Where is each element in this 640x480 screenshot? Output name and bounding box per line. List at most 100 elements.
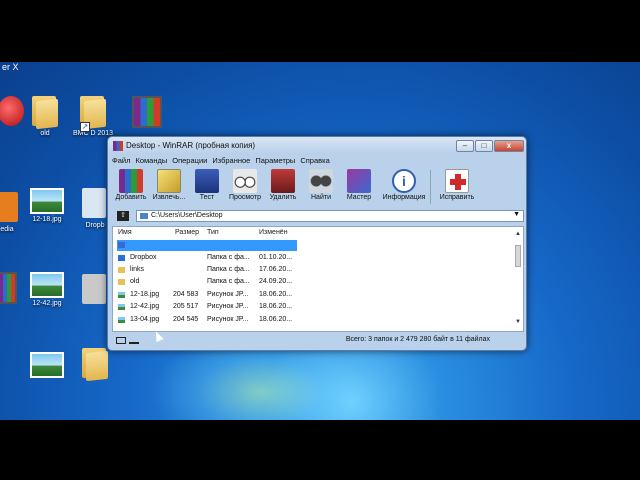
- vertical-scrollbar[interactable]: ▲ ▼: [514, 231, 522, 327]
- menu-help[interactable]: Справка: [300, 156, 329, 167]
- info-button[interactable]: i Информация: [378, 168, 430, 206]
- file-row[interactable]: 13-04.jpg 204 545 Рисунок JP... 18.06.20…: [113, 315, 513, 326]
- file-row-parent[interactable]: [113, 240, 513, 251]
- disk-icon[interactable]: [116, 337, 126, 344]
- find-icon: [309, 169, 333, 193]
- folder-icon: [80, 346, 110, 382]
- extract-icon: [157, 169, 181, 193]
- title-bar[interactable]: Desktop - WinRAR (пробная копия) – □ x: [108, 137, 526, 155]
- drive-icon: [80, 272, 110, 306]
- wizard-button[interactable]: Мастер: [340, 168, 378, 206]
- menu-bar: Файл Команды Операции Избранное Параметр…: [112, 156, 330, 167]
- close-button[interactable]: x: [494, 140, 524, 152]
- desktop-icon-folder-3[interactable]: [68, 346, 122, 382]
- delete-icon: [271, 169, 295, 193]
- file-size: 204 545: [173, 316, 199, 323]
- menu-file[interactable]: Файл: [112, 156, 130, 167]
- chevron-down-icon[interactable]: ▼: [513, 211, 520, 218]
- file-row[interactable]: links Папка с фа... 17.06.20...: [113, 265, 513, 276]
- file-row[interactable]: 12-42.jpg 205 517 Рисунок JP... 18.06.20…: [113, 302, 513, 313]
- file-row[interactable]: Dropbox Папка с фа... 01.10.20...: [113, 253, 513, 264]
- image-thumbnail-icon: [30, 352, 64, 378]
- file-type: Рисунок JP...: [207, 291, 249, 298]
- menu-operations[interactable]: Операции: [172, 156, 207, 167]
- scroll-thumb[interactable]: [515, 245, 521, 267]
- column-modified[interactable]: Изменён: [259, 229, 288, 236]
- repair-button[interactable]: Исправить: [435, 168, 479, 206]
- desktop-icon-winrar[interactable]: [120, 96, 174, 130]
- path-bar: ⇧ C:\Users\User\Desktop ▼: [112, 210, 524, 222]
- column-type[interactable]: Тип: [207, 229, 219, 236]
- up-folder-button[interactable]: ⇧: [117, 211, 129, 221]
- desktop-icon-label: BMC D 2013: [72, 130, 114, 137]
- file-name: old: [130, 278, 140, 285]
- shortcut-arrow-icon: ↗: [80, 122, 90, 132]
- winrar-icon: [132, 96, 162, 128]
- column-size[interactable]: Размер: [175, 229, 199, 236]
- desktop-icon-bmc[interactable]: BMC D 2013: [66, 94, 120, 137]
- file-modified: 18.06.20...: [259, 303, 293, 310]
- desktop-icon-label: 12-18.jpg: [32, 216, 62, 223]
- file-modified: 01.10.20...: [259, 254, 293, 261]
- desktop-icon-label: edia: [0, 226, 14, 233]
- view-button[interactable]: Просмотр: [226, 168, 264, 206]
- add-button[interactable]: Добавить: [112, 168, 150, 206]
- extract-button[interactable]: Извлечь...: [150, 168, 188, 206]
- delete-button[interactable]: Удалить: [264, 168, 302, 206]
- add-archive-icon: [119, 169, 143, 193]
- image-thumbnail-icon: [30, 272, 64, 298]
- jpg-file-icon: [118, 304, 125, 310]
- path-field[interactable]: C:\Users\User\Desktop ▼: [136, 210, 524, 222]
- folder-icon: [118, 267, 125, 273]
- minimize-button[interactable]: –: [456, 140, 474, 152]
- file-modified: 18.06.20...: [259, 316, 293, 323]
- wizard-icon: [347, 169, 371, 193]
- folder-icon: [30, 94, 60, 130]
- toolbar: Добавить Извлечь... Тест Просмотр Удалит…: [112, 168, 522, 206]
- file-name: 12-18.jpg: [130, 291, 160, 298]
- jpg-file-icon: [118, 292, 125, 298]
- file-row[interactable]: 12-18.jpg 204 583 Рисунок JP... 18.06.20…: [113, 290, 513, 301]
- file-name: Dropbox: [130, 254, 157, 261]
- winrar-window: Desktop - WinRAR (пробная копия) – □ x Ф…: [107, 136, 527, 351]
- desktop-icon-label: 12-42.jpg: [32, 300, 62, 307]
- file-modified: 17.06.20...: [259, 266, 293, 273]
- file-modified: 18.06.20...: [259, 291, 293, 298]
- selection-highlight: [117, 240, 297, 251]
- jpg-file-icon: [118, 317, 125, 323]
- desktop-icon-image-3[interactable]: [20, 352, 74, 380]
- media-icon: [0, 190, 22, 224]
- repair-icon: [445, 169, 469, 193]
- path-text: C:\Users\User\Desktop: [151, 212, 223, 219]
- maximize-button[interactable]: □: [475, 140, 493, 152]
- test-icon: [195, 169, 219, 193]
- file-size: 205 517: [173, 303, 199, 310]
- find-button[interactable]: Найти: [302, 168, 340, 206]
- menu-favorites[interactable]: Избранное: [212, 156, 250, 167]
- scroll-up-icon[interactable]: ▲: [514, 231, 522, 239]
- file-type: Рисунок JP...: [207, 303, 249, 310]
- key-icon[interactable]: [129, 337, 139, 344]
- menu-commands[interactable]: Команды: [135, 156, 167, 167]
- file-type: Папка с фа...: [207, 266, 250, 273]
- test-button[interactable]: Тест: [188, 168, 226, 206]
- info-icon: i: [392, 169, 416, 193]
- scroll-down-icon[interactable]: ▼: [514, 319, 522, 327]
- file-name: links: [130, 266, 145, 273]
- status-bar: Всего: 3 папок и 2 479 280 байт в 11 фай…: [112, 335, 524, 347]
- corner-label: er X: [2, 62, 19, 72]
- window-title: Desktop - WinRAR (пробная копия): [126, 141, 256, 150]
- file-type: Папка с фа...: [207, 254, 250, 261]
- file-list: Имя Размер Тип Изменён Dropbox Папка с ф…: [112, 226, 524, 332]
- drive-icon: [140, 213, 148, 219]
- column-name[interactable]: Имя: [118, 229, 132, 236]
- desktop-icon-old[interactable]: old: [18, 94, 72, 137]
- desktop-icon-12-42[interactable]: 12-42.jpg: [20, 272, 74, 307]
- menu-options[interactable]: Параметры: [255, 156, 295, 167]
- archive-icon: [0, 272, 17, 304]
- toolbar-separator: [430, 170, 431, 204]
- file-row[interactable]: old Папка с фа... 24.09.20...: [113, 277, 513, 288]
- folder-icon: [118, 279, 125, 285]
- file-name: 12-42.jpg: [130, 303, 160, 310]
- desktop-icon-12-18[interactable]: 12-18.jpg: [20, 188, 74, 223]
